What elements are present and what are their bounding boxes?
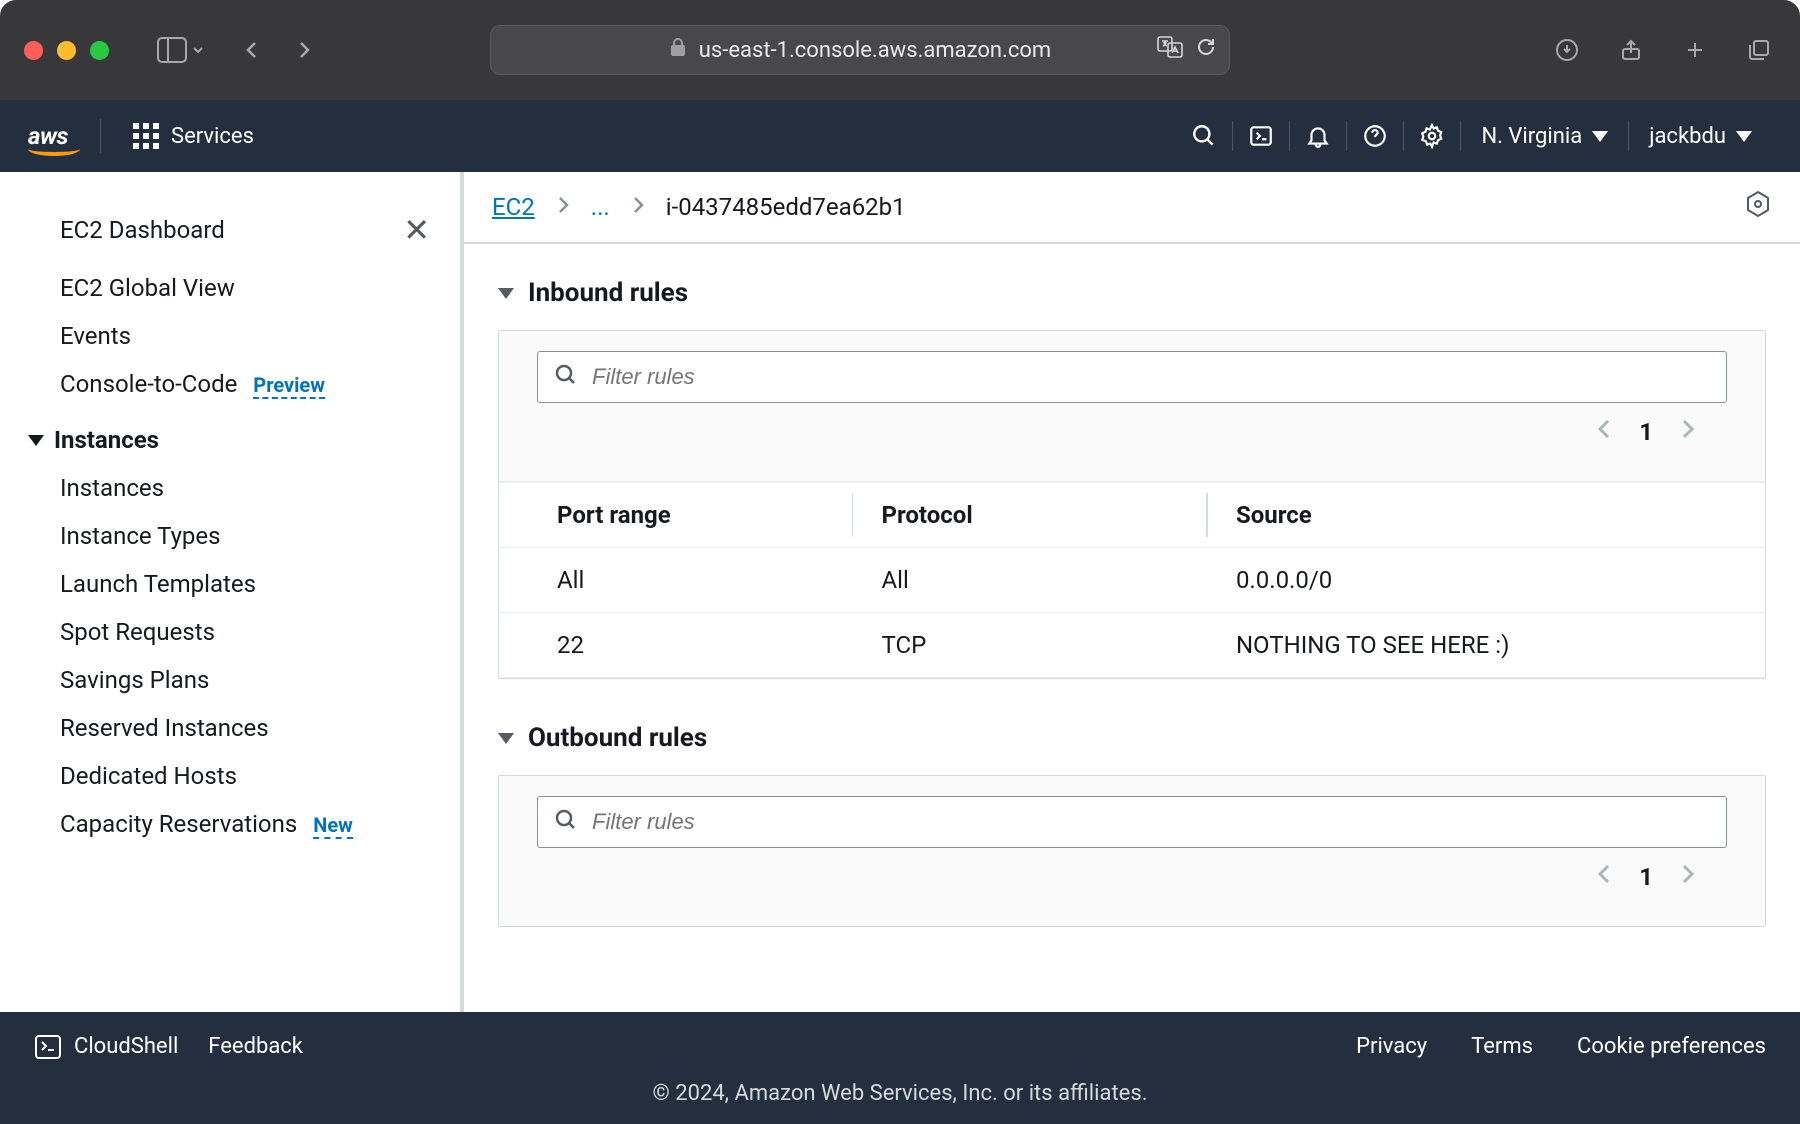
page-number: 1 — [1639, 418, 1653, 446]
new-tab-icon[interactable] — [1678, 33, 1712, 67]
inbound-rules-panel: 1 Port range Protocol Source A — [498, 330, 1766, 679]
breadcrumb: EC2 ... i-0437485edd7ea62b1 — [464, 172, 1800, 244]
services-label: Services — [171, 124, 254, 149]
close-window-button[interactable] — [24, 41, 43, 60]
aws-footer: CloudShell Feedback Privacy Terms Cookie… — [0, 1012, 1800, 1124]
next-page-button[interactable] — [1679, 417, 1697, 447]
services-menu[interactable]: Services — [133, 123, 254, 149]
sidebar-item-ec2-global-view[interactable]: EC2 Global View — [28, 264, 440, 312]
chevron-down-icon — [1592, 131, 1608, 142]
region-selector[interactable]: N. Virginia — [1461, 124, 1628, 149]
inbound-pager: 1 — [537, 403, 1727, 461]
grid-icon — [133, 123, 159, 149]
sidebar-item-reserved-instances[interactable]: Reserved Instances — [28, 704, 440, 752]
notifications-icon[interactable] — [1290, 116, 1346, 156]
browser-back-button[interactable] — [235, 33, 269, 67]
privacy-link[interactable]: Privacy — [1356, 1034, 1427, 1059]
caret-down-icon — [498, 288, 514, 299]
page-number: 1 — [1639, 863, 1653, 891]
caret-down-icon — [28, 435, 44, 446]
resource-groups-icon[interactable] — [1744, 190, 1772, 224]
browser-sidebar-toggle[interactable] — [157, 37, 205, 63]
cloudshell-button[interactable]: CloudShell — [34, 1034, 178, 1060]
sidebar-item-savings-plans[interactable]: Savings Plans — [28, 656, 440, 704]
inbound-rules-table: Port range Protocol Source All All 0.0.0… — [499, 482, 1765, 678]
translate-icon[interactable] — [1157, 36, 1183, 64]
sidebar-item-events[interactable]: Events — [28, 312, 440, 360]
col-source[interactable]: Source — [1208, 483, 1765, 548]
reload-icon[interactable] — [1195, 36, 1217, 64]
user-label: jackbdu — [1649, 124, 1726, 149]
inbound-rules-header[interactable]: Inbound rules — [498, 264, 1766, 330]
outbound-filter-input[interactable] — [537, 796, 1727, 848]
close-sidebar-button[interactable]: ✕ — [403, 211, 440, 249]
sidebar-item-instances[interactable]: Instances — [28, 464, 440, 512]
aws-logo[interactable]: aws — [28, 122, 68, 150]
browser-forward-button[interactable] — [287, 33, 321, 67]
maximize-window-button[interactable] — [90, 41, 109, 60]
breadcrumb-root[interactable]: EC2 — [492, 193, 535, 221]
outbound-filter-field[interactable] — [592, 809, 1710, 835]
outbound-rules-panel: 1 — [498, 775, 1766, 927]
col-port-range[interactable]: Port range — [499, 483, 853, 548]
inbound-filter-input[interactable] — [537, 351, 1727, 403]
table-row[interactable]: 22 TCP NOTHING TO SEE HERE :) — [499, 613, 1765, 678]
copyright: © 2024, Amazon Web Services, Inc. or its… — [0, 1081, 1800, 1124]
outbound-pager: 1 — [537, 848, 1727, 906]
search-icon[interactable] — [1176, 116, 1232, 156]
ec2-sidebar: EC2 Dashboard ✕ EC2 Global View Events C… — [0, 172, 464, 1012]
sidebar-item-dedicated-hosts[interactable]: Dedicated Hosts — [28, 752, 440, 800]
cookie-preferences-link[interactable]: Cookie preferences — [1577, 1034, 1766, 1059]
region-label: N. Virginia — [1481, 124, 1582, 149]
sidebar-item-spot-requests[interactable]: Spot Requests — [28, 608, 440, 656]
cloudshell-icon[interactable] — [1233, 116, 1289, 156]
sidebar-section-instances[interactable]: Instances — [28, 408, 440, 464]
share-icon[interactable] — [1614, 33, 1648, 67]
caret-down-icon — [498, 733, 514, 744]
url-bar[interactable]: us-east-1.console.aws.amazon.com — [490, 25, 1230, 75]
sidebar-item-ec2-dashboard[interactable]: EC2 Dashboard — [28, 206, 225, 254]
col-protocol[interactable]: Protocol — [853, 483, 1207, 548]
minimize-window-button[interactable] — [57, 41, 76, 60]
account-menu[interactable]: jackbdu — [1629, 124, 1772, 149]
tabs-icon[interactable] — [1742, 33, 1776, 67]
search-icon — [554, 363, 578, 391]
terms-link[interactable]: Terms — [1471, 1034, 1533, 1059]
url-text: us-east-1.console.aws.amazon.com — [699, 38, 1051, 63]
breadcrumb-ellipsis[interactable]: ... — [591, 193, 610, 221]
prev-page-button[interactable] — [1595, 417, 1613, 447]
preview-badge: Preview — [253, 373, 325, 399]
outbound-rules-header[interactable]: Outbound rules — [498, 709, 1766, 775]
lock-icon — [669, 37, 687, 63]
window-controls — [24, 41, 109, 60]
new-badge: New — [313, 813, 353, 839]
browser-chrome: us-east-1.console.aws.amazon.com — [0, 0, 1800, 100]
sidebar-item-capacity-reservations[interactable]: Capacity Reservations New — [28, 800, 440, 848]
sidebar-item-launch-templates[interactable]: Launch Templates — [28, 560, 440, 608]
chevron-right-icon — [555, 193, 571, 221]
help-icon[interactable] — [1347, 116, 1403, 156]
inbound-filter-field[interactable] — [592, 364, 1710, 390]
chevron-right-icon — [630, 193, 646, 221]
chevron-down-icon — [1736, 131, 1752, 142]
search-icon — [554, 808, 578, 836]
settings-icon[interactable] — [1404, 116, 1460, 156]
prev-page-button[interactable] — [1595, 862, 1613, 892]
downloads-icon[interactable] — [1550, 33, 1584, 67]
feedback-link[interactable]: Feedback — [208, 1034, 303, 1059]
next-page-button[interactable] — [1679, 862, 1697, 892]
sidebar-item-console-to-code[interactable]: Console-to-Code Preview — [28, 360, 440, 408]
table-row[interactable]: All All 0.0.0.0/0 — [499, 548, 1765, 613]
sidebar-item-instance-types[interactable]: Instance Types — [28, 512, 440, 560]
aws-top-nav: aws Services N. Virginia jackbdu — [0, 100, 1800, 172]
breadcrumb-current: i-0437485edd7ea62b1 — [666, 193, 906, 221]
